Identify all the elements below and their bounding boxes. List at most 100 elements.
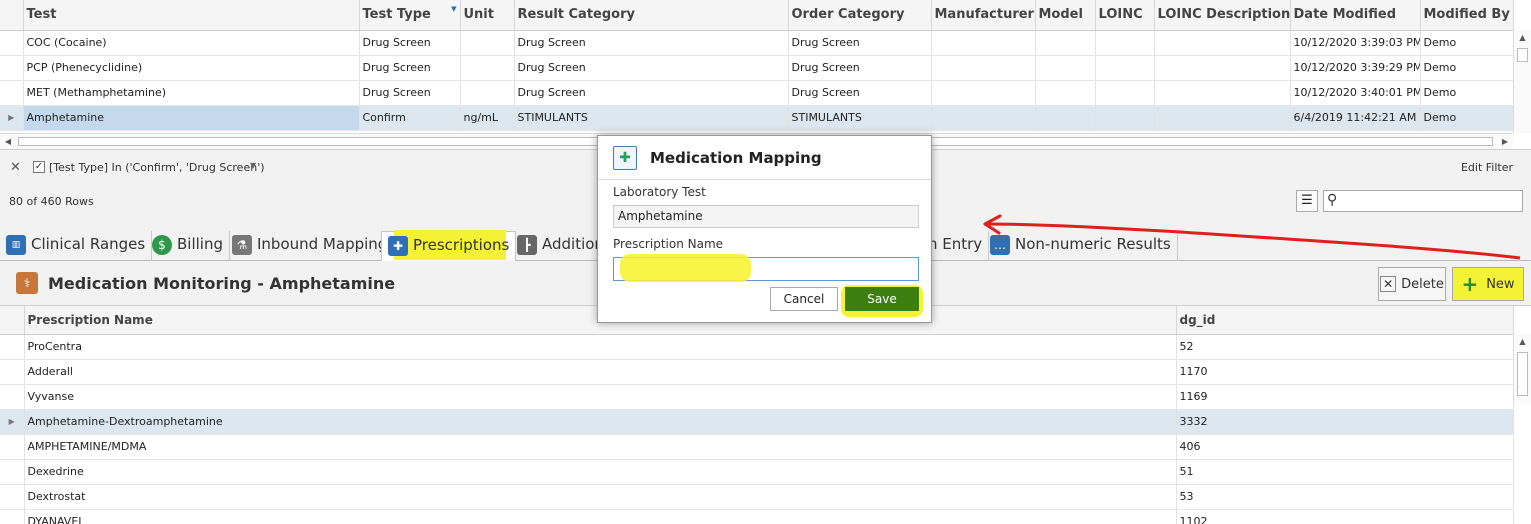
cell-test[interactable]: Amphetamine bbox=[23, 105, 360, 131]
cell-date-modified[interactable]: 10/12/2020 3:39:29 PM bbox=[1290, 55, 1421, 81]
cell-manufacturer[interactable] bbox=[931, 30, 1036, 56]
cell-dg-id[interactable]: 1170 bbox=[1176, 359, 1514, 385]
scroll-left-icon[interactable]: ◀ bbox=[0, 134, 16, 149]
scroll-thumb[interactable] bbox=[1517, 48, 1528, 62]
cell-modified-by[interactable]: Demo bbox=[1420, 80, 1514, 106]
filter-checkbox[interactable]: ✓ bbox=[33, 161, 45, 173]
cell-loinc[interactable] bbox=[1095, 30, 1155, 56]
cell-loinc[interactable] bbox=[1095, 80, 1155, 106]
prescription-name-input[interactable] bbox=[613, 257, 919, 281]
column-header-dg-id[interactable]: dg_id bbox=[1176, 306, 1514, 335]
tab-additional[interactable]: ┣ Addition bbox=[511, 231, 611, 261]
cell-loinc-description[interactable] bbox=[1154, 105, 1291, 131]
tab-inbound-mapping[interactable]: ⚗ Inbound Mapping bbox=[226, 231, 395, 261]
tab-non-numeric-results[interactable]: … Non-numeric Results bbox=[984, 231, 1178, 261]
cell-prescription-name[interactable]: DYANAVEL bbox=[24, 509, 1177, 524]
cell-dg-id[interactable]: 52 bbox=[1176, 334, 1514, 360]
cell-order-category[interactable]: Drug Screen bbox=[788, 80, 932, 106]
table-row-selected[interactable]: ▶ Amphetamine-Dextroamphetamine 3332 bbox=[0, 409, 1514, 435]
cell-dg-id[interactable]: 1169 bbox=[1176, 384, 1514, 410]
delete-button[interactable]: ✕ Delete bbox=[1378, 267, 1446, 301]
vertical-scrollbar[interactable]: ▲ bbox=[1513, 30, 1531, 133]
cell-prescription-name[interactable]: ProCentra bbox=[24, 334, 1177, 360]
cell-loinc[interactable] bbox=[1095, 55, 1155, 81]
cell-result-category[interactable]: Drug Screen bbox=[514, 30, 789, 56]
column-header-modified-by[interactable]: Modified By bbox=[1420, 0, 1514, 31]
tab-billing[interactable]: $ Billing bbox=[146, 231, 230, 261]
new-button[interactable]: + New bbox=[1452, 267, 1524, 301]
cell-loinc-description[interactable] bbox=[1154, 55, 1291, 81]
cell-dg-id[interactable]: 406 bbox=[1176, 434, 1514, 460]
cell-unit[interactable] bbox=[460, 55, 515, 81]
scroll-up-icon[interactable]: ▲ bbox=[1514, 30, 1531, 46]
column-header-unit[interactable]: Unit bbox=[460, 0, 515, 31]
cell-test-type[interactable]: Drug Screen bbox=[359, 80, 461, 106]
cell-order-category[interactable]: Drug Screen bbox=[788, 30, 932, 56]
chevron-down-icon[interactable]: ▼ bbox=[250, 161, 256, 170]
cell-test[interactable]: MET (Methamphetamine) bbox=[23, 80, 360, 106]
cell-unit[interactable]: ng/mL bbox=[460, 105, 515, 131]
cell-manufacturer[interactable] bbox=[931, 55, 1036, 81]
table-row[interactable]: ProCentra 52 bbox=[0, 334, 1514, 360]
cell-prescription-name[interactable]: Vyvanse bbox=[24, 384, 1177, 410]
cell-prescription-name[interactable]: Adderall bbox=[24, 359, 1177, 385]
search-input[interactable]: ⚲ bbox=[1323, 190, 1523, 212]
cell-manufacturer[interactable] bbox=[931, 80, 1036, 106]
cell-loinc[interactable] bbox=[1095, 105, 1155, 131]
cell-loinc-description[interactable] bbox=[1154, 30, 1291, 56]
cell-model[interactable] bbox=[1035, 55, 1096, 81]
cell-date-modified[interactable]: 10/12/2020 3:40:01 PM bbox=[1290, 80, 1421, 106]
cell-unit[interactable] bbox=[460, 30, 515, 56]
cell-result-category[interactable]: Drug Screen bbox=[514, 80, 789, 106]
cell-order-category[interactable]: STIMULANTS bbox=[788, 105, 932, 131]
cell-manufacturer[interactable] bbox=[931, 105, 1036, 131]
table-row[interactable]: Dextrostat 53 bbox=[0, 484, 1514, 510]
cell-prescription-name[interactable]: AMPHETAMINE/MDMA bbox=[24, 434, 1177, 460]
filter-text[interactable]: [Test Type] In ('Confirm', 'Drug Screen'… bbox=[49, 161, 265, 174]
filter-icon[interactable]: ▼ bbox=[451, 5, 456, 13]
tab-entry[interactable]: n Entry bbox=[922, 231, 990, 261]
cell-prescription-name[interactable]: Dexedrine bbox=[24, 459, 1177, 485]
column-header-loinc-description[interactable]: LOINC Description bbox=[1154, 0, 1291, 31]
cell-date-modified[interactable]: 10/12/2020 3:39:03 PM bbox=[1290, 30, 1421, 56]
cell-model[interactable] bbox=[1035, 30, 1096, 56]
cell-modified-by[interactable]: Demo bbox=[1420, 55, 1514, 81]
table-row[interactable]: COC (Cocaine) Drug Screen Drug Screen Dr… bbox=[0, 30, 1514, 56]
cell-loinc-description[interactable] bbox=[1154, 80, 1291, 106]
cell-model[interactable] bbox=[1035, 80, 1096, 106]
cell-model[interactable] bbox=[1035, 105, 1096, 131]
cell-test-type[interactable]: Drug Screen bbox=[359, 30, 461, 56]
cell-dg-id[interactable]: 3332 bbox=[1176, 409, 1514, 435]
save-button[interactable]: Save bbox=[845, 287, 919, 311]
table-row[interactable]: Adderall 1170 bbox=[0, 359, 1514, 385]
column-header-result-category[interactable]: Result Category bbox=[514, 0, 789, 31]
cell-test[interactable]: PCP (Phenecyclidine) bbox=[23, 55, 360, 81]
table-row-selected[interactable]: ▶ Amphetamine Confirm ng/mL STIMULANTS S… bbox=[0, 105, 1514, 131]
tab-prescriptions[interactable]: ✚ Prescriptions bbox=[381, 230, 517, 261]
cell-test-type[interactable]: Confirm bbox=[359, 105, 461, 131]
column-header-manufacturer[interactable]: Manufacturer bbox=[931, 0, 1036, 31]
column-header-test[interactable]: Test bbox=[23, 0, 360, 31]
cell-test-type[interactable]: Drug Screen bbox=[359, 55, 461, 81]
column-header-date-modified[interactable]: Date Modified bbox=[1290, 0, 1421, 31]
table-row[interactable]: PCP (Phenecyclidine) Drug Screen Drug Sc… bbox=[0, 55, 1514, 81]
cell-test[interactable]: COC (Cocaine) bbox=[23, 30, 360, 56]
table-row[interactable]: MET (Methamphetamine) Drug Screen Drug S… bbox=[0, 80, 1514, 106]
cell-dg-id[interactable]: 1102 bbox=[1176, 509, 1514, 524]
edit-filter-link[interactable]: Edit Filter bbox=[1461, 161, 1513, 174]
cell-result-category[interactable]: STIMULANTS bbox=[514, 105, 789, 131]
cell-modified-by[interactable]: Demo bbox=[1420, 30, 1514, 56]
menu-icon[interactable]: ☰ bbox=[1296, 190, 1318, 212]
column-header-model[interactable]: Model bbox=[1035, 0, 1096, 31]
table-row[interactable]: Dexedrine 51 bbox=[0, 459, 1514, 485]
cell-unit[interactable] bbox=[460, 80, 515, 106]
table-row[interactable]: DYANAVEL 1102 bbox=[0, 509, 1514, 524]
tab-clinical-ranges[interactable]: ▥ Clinical Ranges bbox=[0, 231, 153, 261]
cell-dg-id[interactable]: 51 bbox=[1176, 459, 1514, 485]
column-header-test-type[interactable]: Test Type ▼ bbox=[359, 0, 461, 31]
cell-order-category[interactable]: Drug Screen bbox=[788, 55, 932, 81]
cell-date-modified[interactable]: 6/4/2019 11:42:21 AM bbox=[1290, 105, 1421, 131]
cell-modified-by[interactable]: Demo bbox=[1420, 105, 1514, 131]
cell-prescription-name[interactable]: Amphetamine-Dextroamphetamine bbox=[24, 409, 1177, 435]
scroll-thumb[interactable] bbox=[1517, 352, 1528, 396]
